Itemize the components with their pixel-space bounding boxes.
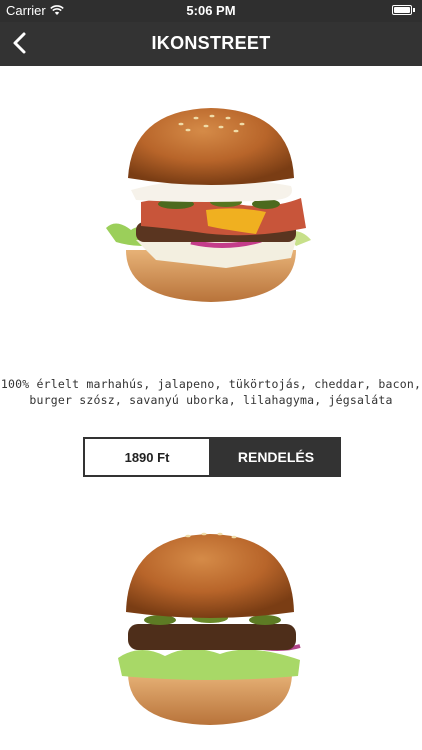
burger-image <box>106 108 311 302</box>
burger-image-2 <box>118 532 301 725</box>
page-title: IKONSTREET <box>151 33 271 53</box>
status-time: 5:06 PM <box>186 3 236 18</box>
nav-bar: IKONSTREET <box>0 22 422 66</box>
item-description: 100% érlelt marhahús, jalapeno, tükörtoj… <box>0 377 422 407</box>
battery-fill <box>394 7 410 13</box>
battery-tip <box>413 8 415 12</box>
order-button[interactable]: RENDELÉS <box>211 437 341 477</box>
price-label: 1890 Ft <box>83 437 211 477</box>
status-bar: Carrier 5:06 PM <box>0 0 422 22</box>
battery-icon <box>392 5 412 15</box>
order-row: 1890 Ft RENDELÉS <box>83 437 341 477</box>
battery-indicator <box>392 5 416 16</box>
